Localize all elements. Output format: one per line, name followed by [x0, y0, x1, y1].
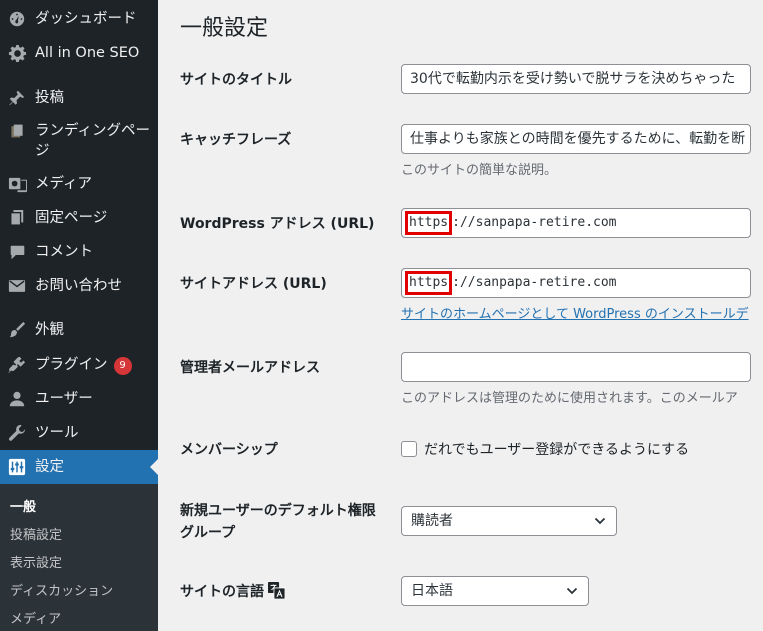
site-title-input[interactable]: 30代で転勤内示を受け勢いで脱サラを決めちゃった	[401, 64, 751, 94]
site-language-label: サイトの言語	[180, 581, 286, 606]
sidebar-item-label: コメント	[35, 244, 93, 260]
wrench-icon	[7, 423, 27, 443]
submenu-item-discussion[interactable]: ディスカッション	[10, 580, 113, 599]
sidebar-item-label: All in One SEO	[35, 45, 140, 61]
tagline-description: このサイトの簡単な説明。	[401, 163, 558, 178]
site-title-label: サイトのタイトル	[180, 72, 292, 88]
membership-label: メンバーシップ	[180, 442, 278, 458]
wp-address-rest: ://sanpapa-retire.com	[452, 215, 617, 230]
plugin-icon	[7, 355, 27, 375]
brush-icon	[7, 320, 27, 340]
default-role-select[interactable]: 購読者	[401, 506, 617, 536]
dashboard-icon	[7, 9, 27, 29]
default-role-value: 購読者	[411, 513, 453, 529]
sidebar-item-settings[interactable]: 設定	[0, 450, 158, 484]
https-highlight: https	[405, 211, 453, 235]
membership-checkbox[interactable]	[401, 441, 417, 457]
sidebar-item-label: ランディングページ	[35, 123, 150, 159]
sidebar-item-label: 投稿	[35, 90, 64, 106]
page-title: 一般設定	[180, 16, 269, 41]
default-role-label: 新規ユーザーのデフォルト権限グループ	[180, 503, 376, 541]
tagline-label: キャッチフレーズ	[180, 132, 292, 148]
submenu-item-general[interactable]: 一般	[10, 496, 36, 515]
membership-checkbox-label[interactable]: だれでもユーザー登録ができるようにする	[424, 439, 689, 459]
admin-sidebar: ダッシュボード All in One SEO 投稿 ランディングページ メディア…	[0, 0, 158, 631]
sidebar-item-label: 外観	[35, 322, 64, 338]
https-highlight: https	[405, 271, 453, 295]
translation-icon	[268, 582, 286, 606]
site-address-input[interactable]: https://sanpapa-retire.com	[401, 268, 751, 298]
site-address-rest: ://sanpapa-retire.com	[452, 275, 617, 290]
sidebar-item-label: メディア	[35, 176, 92, 192]
chevron-down-icon	[594, 517, 606, 525]
media-icon	[7, 174, 27, 194]
wp-address-label: WordPress アドレス (URL)	[180, 216, 375, 232]
sidebar-item-label: ユーザー	[35, 391, 93, 407]
submenu-item-reading[interactable]: 表示設定	[10, 552, 62, 571]
admin-email-label: 管理者メールアドレス	[180, 360, 320, 376]
update-count-badge: 9	[113, 357, 132, 375]
comment-icon	[7, 242, 27, 262]
site-address-help-link[interactable]: サイトのホームページとして WordPress のインストールデ	[401, 303, 749, 322]
sidebar-item-label: 固定ページ	[35, 210, 108, 226]
mail-icon	[7, 276, 27, 296]
page-icon	[7, 208, 27, 228]
site-language-select[interactable]: 日本語	[401, 576, 589, 606]
sidebar-item-label: プラグイン 9	[35, 355, 132, 375]
submenu-item-writing[interactable]: 投稿設定	[10, 524, 62, 543]
pin-icon	[7, 88, 27, 108]
chevron-down-icon	[566, 587, 578, 595]
tagline-input[interactable]: 仕事よりも家族との時間を優先するために、転勤を断	[401, 124, 751, 154]
settings-icon	[7, 457, 27, 477]
sidebar-item-label: ツール	[35, 425, 79, 441]
gear-icon	[7, 43, 27, 63]
sidebar-item-label: お問い合わせ	[35, 278, 122, 294]
sidebar-item-label: ダッシュボード	[35, 11, 137, 27]
settings-submenu: 一般 投稿設定 表示設定 ディスカッション メディア	[0, 484, 158, 631]
wp-address-input[interactable]: https://sanpapa-retire.com	[401, 208, 751, 238]
admin-email-input[interactable]	[401, 352, 751, 382]
site-language-value: 日本語	[411, 583, 453, 599]
submenu-item-media[interactable]: メディア	[10, 608, 61, 627]
site-address-label: サイトアドレス (URL)	[180, 276, 327, 292]
user-icon	[7, 389, 27, 409]
landing-page-icon	[7, 121, 27, 141]
sidebar-item-label: 設定	[35, 459, 64, 475]
admin-email-description: このアドレスは管理のために使用されます。このメールア	[401, 391, 738, 406]
